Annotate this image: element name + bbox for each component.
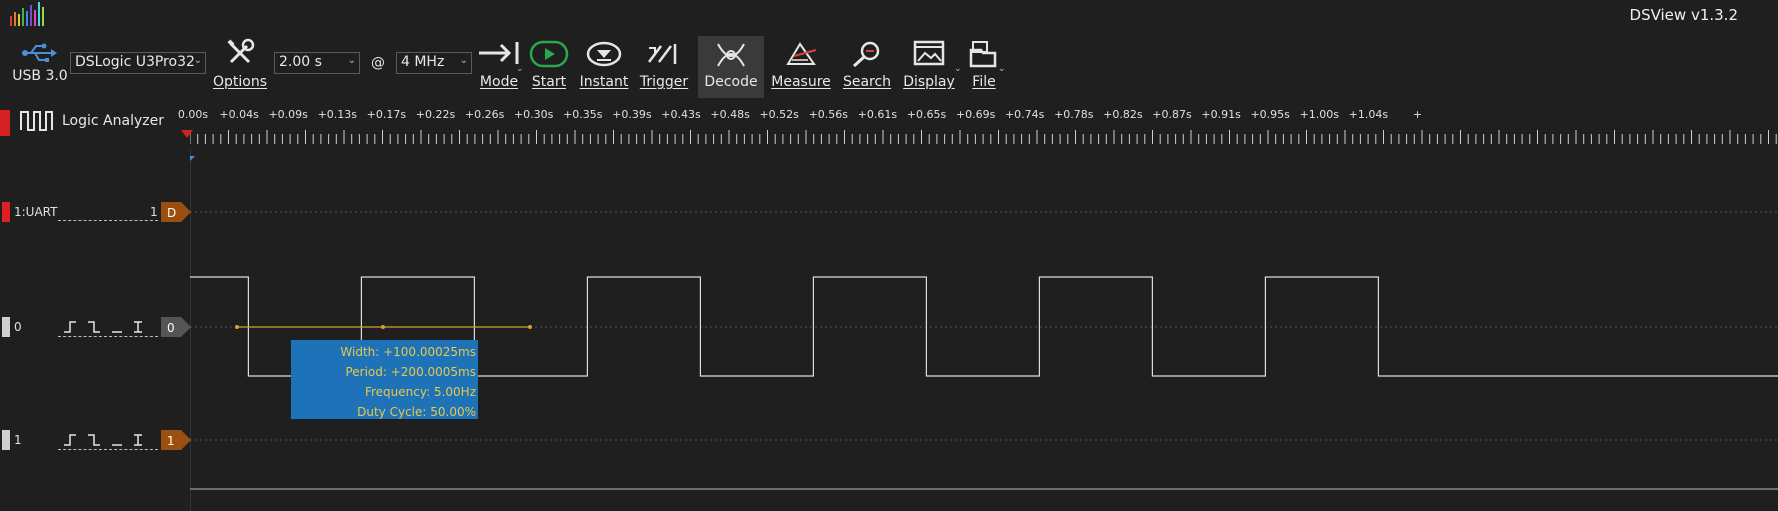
channel-color-marker[interactable] (2, 317, 10, 337)
samplerate-select[interactable]: 4 MHz ⌄ (396, 52, 472, 74)
channel-name-1[interactable]: 1 (14, 433, 22, 447)
measurement-tooltip: Width: +100.00025ms Period: +200.0005ms … (291, 340, 478, 419)
measure-duty-cycle: Duty Cycle: 50.00% (357, 405, 476, 419)
channel-name-uart[interactable]: 1:UART (14, 205, 57, 219)
play-icon (529, 40, 569, 68)
device-select-value: DSLogic U3Pro32 (75, 54, 195, 70)
options-button[interactable]: Options (208, 38, 272, 90)
mode-dropdown-icon[interactable]: ⌄ (516, 64, 524, 74)
measure-width: Width: +100.00025ms (340, 345, 476, 359)
decoder-tag-d[interactable]: D (161, 202, 191, 222)
trigger-marker-icon (181, 130, 193, 138)
wrench-screwdriver-icon (227, 38, 255, 64)
channel-index: 1 (150, 205, 158, 219)
dsview-logo-icon (10, 2, 44, 26)
trigger-edge-icons[interactable] (62, 431, 158, 447)
panel-marker (0, 110, 10, 136)
display-button[interactable]: Display (900, 40, 958, 90)
start-button[interactable]: Start (526, 40, 572, 90)
file-dropdown-icon[interactable]: ⌄ (998, 64, 1006, 74)
channel-tag-label: 1 (167, 434, 175, 448)
decode-button[interactable]: Decode (698, 36, 764, 98)
folder-icon (969, 41, 997, 68)
width-measure-line (235, 325, 532, 329)
display-icon (913, 40, 945, 66)
measure-button[interactable]: Measure (768, 40, 834, 90)
search-icon (852, 41, 880, 68)
app-title: DSView v1.3.2 (1629, 6, 1738, 24)
channel-tag-label: 0 (167, 321, 175, 335)
usb-indicator: USB 3.0 (12, 42, 68, 84)
chevron-down-icon: ⌄ (347, 55, 356, 66)
duration-select[interactable]: 2.00 s ⌄ (274, 52, 360, 74)
file-label: File (972, 74, 996, 90)
waveform-area[interactable] (190, 150, 1778, 511)
panel-title: Logic Analyzer (62, 113, 164, 129)
chevron-down-icon: ⌄ (193, 55, 202, 66)
display-dropdown-icon[interactable]: ⌄ (954, 64, 962, 74)
channel-name-0[interactable]: 0 (14, 320, 22, 334)
samplerate-select-value: 4 MHz (401, 54, 445, 70)
options-label: Options (212, 74, 268, 90)
instant-label: Instant (579, 74, 629, 90)
duration-select-value: 2.00 s (279, 54, 322, 70)
search-label: Search (842, 74, 892, 90)
logic-analyzer-icon (20, 111, 53, 131)
decoder-tag-label: D (167, 206, 176, 220)
measure-icon (786, 42, 817, 65)
ruler-ticks (190, 130, 1777, 144)
start-label: Start (531, 74, 567, 90)
search-button[interactable]: Search (838, 40, 896, 90)
trigger-label: Trigger (639, 74, 689, 90)
channel-divider (58, 449, 158, 450)
decode-label: Decode (704, 74, 758, 90)
chevron-down-icon: ⌄ (459, 55, 468, 66)
channel-divider (58, 220, 158, 221)
decode-icon (717, 43, 745, 67)
channel-color-marker[interactable] (2, 202, 10, 222)
cursor-marker-icon (190, 156, 195, 161)
display-label: Display (903, 74, 955, 90)
usb-label: USB 3.0 (12, 68, 68, 84)
usb-icon (22, 43, 57, 62)
time-ruler[interactable]: 0.00s +0.04s +0.09s +0.13s +0.17s +0.22s +0.26… (178, 108, 1778, 148)
mode-label: Mode (479, 74, 519, 90)
trigger-edge-icons[interactable] (62, 318, 158, 334)
measure-label: Measure (771, 74, 831, 90)
measure-frequency: Frequency: 5.00Hz (364, 385, 476, 399)
trigger-icon (648, 44, 677, 64)
measure-period: Period: +200.0005ms (345, 365, 476, 379)
device-select[interactable]: DSLogic U3Pro32 ⌄ (70, 52, 206, 74)
arrow-to-line-icon (479, 42, 519, 64)
instant-capture-icon (586, 41, 622, 67)
instant-button[interactable]: Instant (576, 40, 632, 90)
at-symbol: @ (371, 55, 385, 71)
channel-tag-1[interactable]: 1 (161, 430, 191, 450)
channel-color-marker[interactable] (2, 430, 10, 450)
channel-divider (58, 336, 158, 337)
channel-tag-0[interactable]: 0 (161, 317, 191, 337)
trigger-button[interactable]: Trigger (636, 40, 692, 90)
